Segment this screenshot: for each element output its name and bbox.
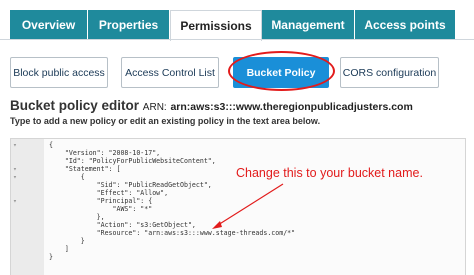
- annotation-arrow: [212, 183, 284, 229]
- annotation-text: Change this to your bucket name.: [236, 166, 423, 180]
